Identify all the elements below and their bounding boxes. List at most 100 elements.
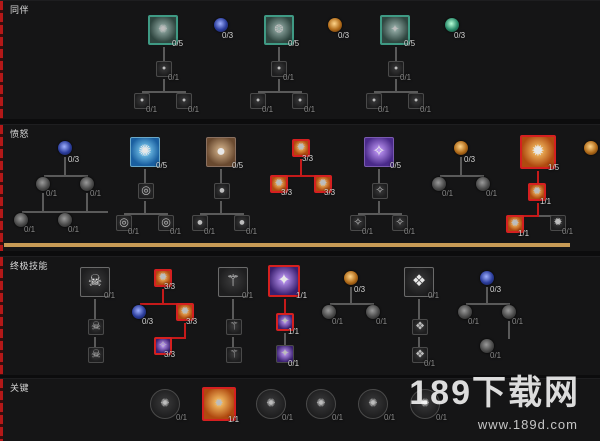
connector [460, 157, 462, 175]
connector [94, 337, 96, 347]
passive-orb[interactable] [445, 18, 459, 32]
rank-count: 3/3 [281, 188, 293, 197]
rank-count: 0/1 [176, 413, 188, 422]
modifier-node[interactable]: ❖ [412, 319, 428, 335]
modifier-node[interactable]: ⚚ [226, 347, 242, 363]
connector-active [184, 323, 186, 337]
rank-count: 0/1 [288, 359, 300, 368]
talon-icon: ✦ [280, 347, 290, 360]
connector [330, 303, 374, 305]
rank-count: 0/3 [464, 155, 476, 164]
skull-icon: ☠ [91, 348, 101, 361]
section-marker [0, 1, 3, 119]
vine-icon: ❂ [274, 23, 284, 36]
rank-count: 0/5 [172, 39, 184, 48]
connector [220, 169, 222, 183]
rank-count: 1/1 [288, 327, 300, 336]
key-passive-icon: ✺ [160, 397, 170, 410]
rank-count: 0/1 [362, 227, 374, 236]
connector [64, 157, 66, 175]
modifier-node[interactable]: ☠ [88, 347, 104, 363]
flame-icon: ✹ [532, 185, 542, 198]
flame-icon: ✹ [531, 143, 545, 160]
connector [508, 321, 510, 339]
rank-count: 0/1 [332, 413, 344, 422]
connector-active [284, 299, 286, 313]
connector-active [300, 159, 302, 175]
passive-orb[interactable] [454, 141, 468, 155]
rank-count: 0/1 [68, 225, 80, 234]
passive-orb[interactable] [480, 271, 494, 285]
passive-orb[interactable] [328, 18, 342, 32]
passive-orb[interactable] [344, 271, 358, 285]
connector [232, 337, 234, 347]
rank-count: 0/1 [262, 105, 274, 114]
rank-count: 3/3 [186, 317, 198, 326]
rank-count: 3/3 [302, 154, 314, 163]
connector [163, 47, 165, 61]
rank-count: 0/1 [486, 189, 498, 198]
rank-count: 0/1 [562, 227, 574, 236]
connector [440, 175, 484, 177]
connector [486, 287, 488, 303]
connector [144, 201, 146, 213]
modifier-node[interactable]: ◎ [138, 183, 154, 199]
rank-count: 0/5 [288, 39, 300, 48]
rank-count: 0/1 [404, 227, 416, 236]
passive-orb[interactable] [214, 18, 228, 32]
rank-count: 0/3 [142, 317, 154, 326]
companion-section: 同伴 ✺ 0/5 0/3 ❂ 0/5 0/3 ✦ 0/5 0/3 • 0/1 •… [0, 0, 600, 119]
connector-active [537, 203, 539, 215]
skull-icon: ☠ [91, 320, 101, 333]
beast-icon: ❖ [415, 320, 425, 333]
modifier-node[interactable]: ✧ [372, 183, 388, 199]
connector [144, 169, 146, 183]
claw-icon: ⚚ [229, 348, 239, 361]
rank-count: 0/1 [282, 413, 294, 422]
rank-count: 0/3 [354, 285, 366, 294]
rank-count: 0/5 [232, 161, 244, 170]
rank-count: 0/1 [24, 225, 36, 234]
rank-count: 0/1 [332, 317, 344, 326]
rank-count: 0/5 [404, 39, 416, 48]
section-title: 关键 [10, 383, 30, 393]
connector-active [537, 171, 539, 183]
connector [278, 47, 280, 61]
rank-count: 0/1 [304, 105, 316, 114]
modifier-node[interactable]: ☠ [88, 319, 104, 335]
boulder-icon: ● [218, 184, 226, 197]
connector [418, 299, 420, 319]
flame-icon: ✹ [296, 141, 306, 154]
connector [378, 169, 380, 183]
connector [94, 299, 96, 319]
beast-icon: ❖ [411, 273, 427, 290]
modifier-node[interactable]: ⚚ [226, 319, 242, 335]
flame-icon: ✹ [180, 305, 190, 318]
rank-count: 0/1 [90, 189, 102, 198]
section-title: 愤怒 [10, 129, 30, 139]
connector [42, 193, 44, 211]
rank-count: 0/1 [512, 317, 524, 326]
rank-count: 1/1 [228, 415, 240, 424]
rank-count: 0/1 [400, 73, 412, 82]
modifier-node[interactable]: ● [214, 183, 230, 199]
claw-icon: ⚚ [229, 320, 239, 333]
rank-count: 0/1 [146, 105, 158, 114]
passive-orb[interactable] [584, 141, 598, 155]
ultimate-section: 终极技能 ☠ 0/1 ☠ ☠ ✹ 3/3 0/3 ✹ 3/3 ✧ 3/3 ⚚ 0… [0, 256, 600, 375]
rank-count: 0/5 [156, 161, 168, 170]
connector [44, 175, 88, 177]
talon-icon: ✦ [277, 272, 291, 289]
flame-icon: ✹ [510, 217, 520, 230]
rank-count: 3/3 [164, 350, 176, 359]
raven-icon: ✦ [390, 23, 400, 36]
section-title: 终极技能 [10, 261, 49, 271]
passive-orb[interactable] [58, 141, 72, 155]
rank-count: 0/1 [436, 413, 448, 422]
rank-count: 0/1 [168, 73, 180, 82]
rank-count: 0/1 [442, 189, 454, 198]
progress-divider [4, 243, 570, 247]
section-marker [0, 257, 3, 375]
claw-icon: ⚚ [225, 273, 241, 290]
section-marker [0, 379, 3, 441]
